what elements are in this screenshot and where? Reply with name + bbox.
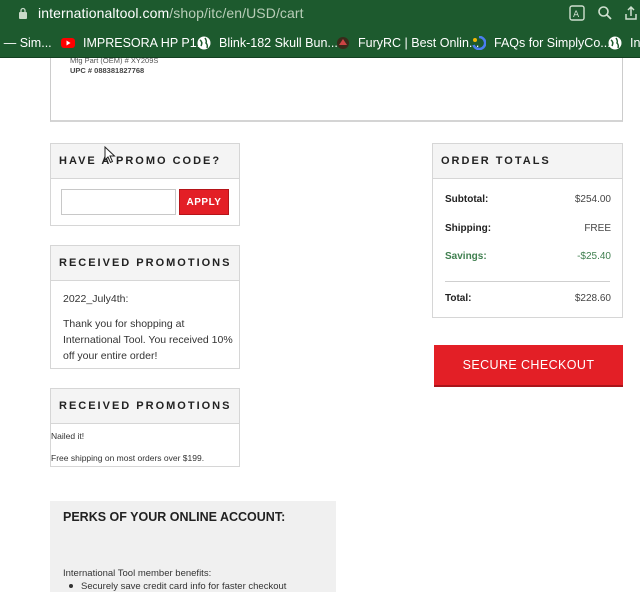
globe-icon [197,36,211,50]
apply-promo-button[interactable]: APPLY [179,189,229,215]
url-path: /shop/itc/en/USD/cart [169,5,304,21]
youtube-icon [61,38,75,48]
perks-item-text: Securely save credit card info for faste… [81,581,287,592]
browser-url-bar: internationaltool.com/shop/itc/en/USD/ca… [0,0,640,28]
bookmark-label: s — Sim... [0,36,52,50]
svg-text:A: A [573,10,580,20]
order-totals-title: ORDER TOTALS [433,144,622,179]
zoom-icon[interactable] [596,4,614,22]
globe-icon [608,36,622,50]
bookmark-label: FAQs for SimplyCo... [494,36,611,50]
promotion-name: 2022_July4th: [63,293,129,305]
received-promotions-title: RECEIVED PROMOTIONS [51,389,239,424]
account-perks-panel: PERKS OF YOUR ONLINE ACCOUNT: Internatio… [50,501,336,592]
furyrc-icon [337,37,349,49]
perks-title: PERKS OF YOUR ONLINE ACCOUNT: [63,510,286,524]
promo-code-title: HAVE A PROMO CODE? [51,144,239,179]
mouse-cursor-icon [104,146,116,164]
total-value: $228.60 [574,293,611,304]
perks-intro: International Tool member benefits: [63,568,212,579]
bookmark-item[interactable]: Blink-182 Skull Bun... [197,34,338,52]
subtotal-label: Subtotal: [445,194,489,205]
shipping-label: Shipping: [445,223,492,234]
savings-value: -$25.40 [577,251,611,262]
bookmark-label: Blink-182 Skull Bun... [219,36,338,50]
cart-item-card: Mfg Part (OEM) # XY209S UPC # 0883818277… [50,56,623,122]
savings-label: Savings: [445,251,487,262]
promotion-name: Nailed it! [51,431,85,441]
promotion-description: Thank you for shopping at International … [63,318,233,362]
bookmark-item[interactable]: IMPRESORA HP P1... [61,34,207,52]
share-icon[interactable] [622,4,640,22]
shipping-value: FREE [584,223,611,234]
upc-number: UPC # 088381827768 [70,66,145,75]
bookmark-label: Int [630,36,640,50]
simply-icon [472,36,486,50]
bookmark-item[interactable]: FAQs for SimplyCo... [472,34,611,52]
translate-icon[interactable]: A [568,4,586,22]
subtotal-value: $254.00 [574,194,611,205]
received-promotions-title: RECEIVED PROMOTIONS [51,246,239,281]
perks-list-item: Securely save credit card info for faste… [69,581,286,592]
lock-icon[interactable] [18,7,28,19]
mfg-part-number: Mfg Part (OEM) # XY209S [70,56,159,65]
promo-code-panel: HAVE A PROMO CODE? APPLY [50,143,240,226]
bookmark-item[interactable]: Int [608,34,640,52]
bookmarks-bar: s — Sim... IMPRESORA HP P1... Blink-182 … [0,28,640,58]
url-host: internationaltool.com [38,5,170,21]
address-bar[interactable]: internationaltool.com/shop/itc/en/USD/ca… [38,5,304,21]
bookmark-item[interactable]: s — Sim... [0,34,52,52]
secure-checkout-button[interactable]: SECURE CHECKOUT [434,345,623,387]
promotion-description: Free shipping on most orders over $199. [51,453,205,463]
bookmark-item[interactable]: FuryRC | Best Onlin... [336,34,479,52]
bullet-icon [69,584,73,589]
bookmark-label: IMPRESORA HP P1... [83,36,208,50]
promo-code-input[interactable] [61,189,176,215]
total-label: Total: [445,293,472,304]
received-promotions-panel: RECEIVED PROMOTIONS Nailed it! Free ship… [50,388,240,467]
bookmark-label: FuryRC | Best Onlin... [358,36,480,50]
totals-divider [445,281,610,282]
received-promotions-panel: RECEIVED PROMOTIONS 2022_July4th: Thank … [50,245,240,369]
order-totals-panel: ORDER TOTALS Subtotal: $254.00 Shipping:… [432,143,623,318]
